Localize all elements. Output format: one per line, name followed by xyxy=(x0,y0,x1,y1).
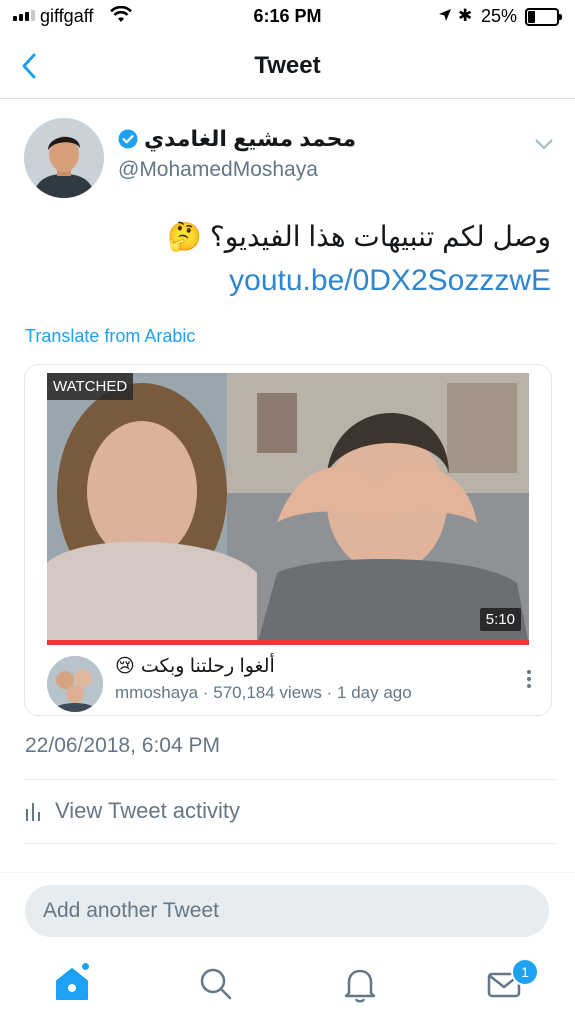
video-meta: mmoshaya · 570,184 views · 1 day ago xyxy=(115,683,412,702)
activity-label: View Tweet activity xyxy=(55,798,241,823)
display-name[interactable]: محمد مشيع الغامدي xyxy=(118,126,356,152)
nav-bar: Tweet xyxy=(0,36,575,99)
search-icon[interactable] xyxy=(196,964,236,1004)
display-name-text: محمد مشيع الغامدي xyxy=(144,126,357,151)
bluetooth-icon: ✱ xyxy=(458,6,473,25)
translate-link[interactable]: Translate from Arabic xyxy=(25,326,195,347)
channel-avatar[interactable] xyxy=(47,656,103,712)
watch-progress-bar xyxy=(47,640,529,645)
crying-face-icon: 😢 xyxy=(115,656,135,677)
thumbnail-image xyxy=(47,373,529,645)
add-tweet-input[interactable] xyxy=(25,885,549,937)
channel-avatar-image xyxy=(47,656,103,712)
verified-badge-icon xyxy=(118,129,138,149)
home-new-indicator xyxy=(82,963,89,970)
more-options-icon[interactable] xyxy=(527,670,531,691)
tweet-link[interactable]: youtu.be/0DX2SozzzwE xyxy=(229,264,551,298)
video-title[interactable]: ألغوا رحلتنا وبكت 😢 xyxy=(115,655,275,678)
battery-fill xyxy=(528,11,535,23)
video-thumbnail[interactable]: WATCHED 5:10 xyxy=(47,373,529,645)
location-arrow-icon xyxy=(439,9,451,21)
avatar-image xyxy=(24,118,104,198)
battery-percent: 25% xyxy=(481,6,518,26)
view-tweet-activity-button[interactable]: View Tweet activity xyxy=(25,798,240,824)
thinking-face-icon: 🤔 xyxy=(166,221,202,252)
messages-badge: 1 xyxy=(511,958,539,986)
divider xyxy=(25,843,555,844)
page-title: Tweet xyxy=(254,52,321,79)
compose-bar xyxy=(0,872,575,953)
avatar[interactable] xyxy=(24,118,104,198)
video-card[interactable]: WATCHED 5:10 ألغوا رحلتنا وبكت 😢 mmoshay… xyxy=(24,364,552,716)
status-bar: giffgaff 6:16 PM ✱ 25% xyxy=(0,0,575,36)
watched-badge: WATCHED xyxy=(47,373,134,400)
video-title-text: ألغوا رحلتنا وبكت xyxy=(140,656,275,677)
tweet-text: وصل لكم تنبيهات هذا الفيديو؟ 🤔 xyxy=(167,220,551,253)
watch-progress-track xyxy=(47,640,529,645)
tweet-text-content: وصل لكم تنبيهات هذا الفيديو؟ xyxy=(209,221,551,252)
chevron-down-icon[interactable] xyxy=(534,138,554,150)
notifications-icon[interactable] xyxy=(340,964,380,1004)
home-icon[interactable] xyxy=(52,964,92,1004)
user-handle[interactable]: @MohamedMoshaya xyxy=(118,158,318,182)
video-duration: 5:10 xyxy=(479,608,521,631)
bar-chart-icon xyxy=(26,803,40,821)
battery-icon xyxy=(525,8,562,26)
divider xyxy=(25,779,555,780)
tweet-timestamp: 22/06/2018, 6:04 PM xyxy=(25,734,220,757)
